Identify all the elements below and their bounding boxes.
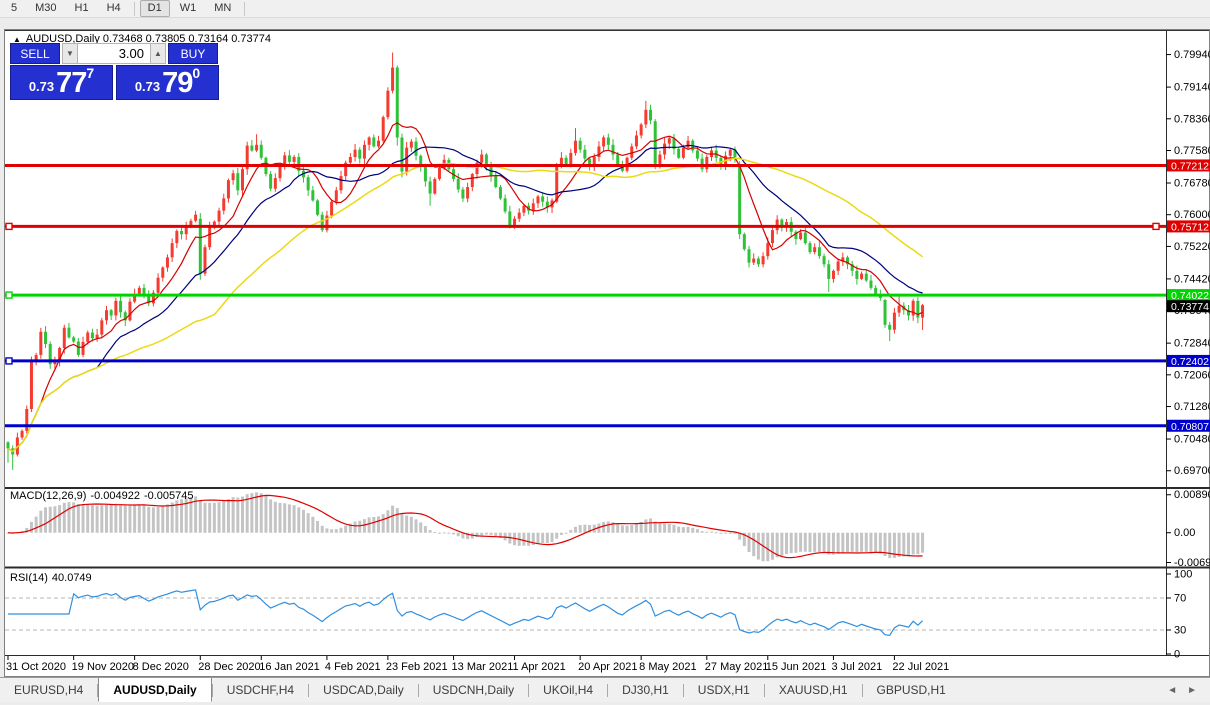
svg-text:16 Jan 2021: 16 Jan 2021 — [259, 661, 320, 673]
volume-input[interactable]: 3.00 — [78, 43, 150, 64]
svg-text:0.77580: 0.77580 — [1174, 145, 1210, 157]
svg-text:4 Feb 2021: 4 Feb 2021 — [325, 661, 381, 673]
price-badge-0.70807: 0.70807 — [1167, 420, 1210, 433]
pane-border-rsi — [5, 567, 1210, 569]
tab-usdcnh-daily[interactable]: USDCNH,Daily — [419, 678, 528, 702]
svg-text:0.69700: 0.69700 — [1174, 465, 1210, 477]
sell-price-panel[interactable]: 0.73777 — [10, 65, 113, 100]
svg-text:22 Jul 2021: 22 Jul 2021 — [892, 661, 949, 673]
ohlc-close: 0.73774 — [231, 33, 271, 45]
tab-usdcad-daily[interactable]: USDCAD,Daily — [309, 678, 418, 702]
svg-text:-0.006977: -0.006977 — [1174, 557, 1210, 569]
buy-button[interactable]: BUY — [168, 43, 218, 64]
svg-text:3 Jul 2021: 3 Jul 2021 — [831, 661, 882, 673]
tab-xauusd-h1[interactable]: XAUUSD,H1 — [765, 678, 862, 702]
macd-label: MACD(12,26,9) -0.004922 -0.005745 — [10, 490, 198, 502]
buy-price-big: 79 — [162, 70, 192, 97]
tab-usdx-h1[interactable]: USDX,H1 — [684, 678, 764, 702]
price-badge-0.75712: 0.75712 — [1167, 220, 1210, 233]
tab-scroll-right-icon[interactable]: ► — [1182, 685, 1202, 696]
svg-text:30: 30 — [1174, 625, 1186, 637]
price-badge-0.74022: 0.74022 — [1167, 289, 1210, 302]
sell-price-pip: 7 — [86, 67, 94, 79]
chevron-down-icon: ▼ — [66, 49, 74, 58]
tab-audusd-daily[interactable]: AUDUSD,Daily — [98, 678, 211, 702]
tab-scroll-left-icon[interactable]: ◄ — [1162, 685, 1182, 696]
sell-price-prefix: 0.73 — [29, 77, 54, 97]
buy-price-prefix: 0.73 — [135, 77, 160, 97]
macd-main-value: -0.004922 — [90, 490, 140, 502]
svg-text:28 Dec 2020: 28 Dec 2020 — [198, 661, 260, 673]
sell-price-big: 77 — [56, 70, 86, 97]
svg-text:0: 0 — [1174, 649, 1180, 661]
chart-background — [5, 30, 1210, 676]
svg-text:1 Apr 2021: 1 Apr 2021 — [513, 661, 566, 673]
svg-text:70: 70 — [1174, 593, 1186, 605]
buy-price-panel[interactable]: 0.73790 — [116, 65, 219, 100]
svg-text:0.70480: 0.70480 — [1174, 434, 1210, 446]
svg-text:23 Feb 2021: 23 Feb 2021 — [386, 661, 448, 673]
tab-gbpusd-h1[interactable]: GBPUSD,H1 — [863, 678, 960, 702]
svg-text:0.79140: 0.79140 — [1174, 82, 1210, 94]
rsi-label: RSI(14) 40.0749 — [10, 572, 96, 584]
chart-tab-bar: EURUSD,H4AUDUSD,DailyUSDCHF,H4USDCAD,Dai… — [0, 677, 1210, 702]
svg-text:0.77212: 0.77212 — [1171, 160, 1209, 172]
one-click-trading-panel: SELL ▼ 3.00 ▲ BUY 0.73777 0.73790 — [10, 43, 220, 100]
svg-text:0.008903: 0.008903 — [1174, 489, 1210, 501]
svg-text:31 Oct 2020: 31 Oct 2020 — [6, 661, 66, 673]
mt4-window: 5M30H1H4D1W1MN 0.799400.791400.783600.77… — [0, 0, 1210, 705]
svg-text:0.79940: 0.79940 — [1174, 49, 1210, 61]
svg-text:19 Nov 2020: 19 Nov 2020 — [72, 661, 134, 673]
svg-text:0.00: 0.00 — [1174, 527, 1195, 539]
svg-text:0.72060: 0.72060 — [1174, 369, 1210, 381]
macd-title: MACD(12,26,9) — [10, 490, 86, 502]
svg-text:100: 100 — [1174, 569, 1192, 581]
volume-increase-button[interactable]: ▲ — [150, 43, 166, 64]
chart-canvas: 0.79940 0.79140 0.78360 0.77580 0.76780 0.760… — [0, 0, 1210, 705]
tab-eurusd-h4[interactable]: EURUSD,H4 — [0, 678, 97, 702]
price-badge-0.77212: 0.77212 — [1167, 159, 1210, 172]
svg-text:0.78360: 0.78360 — [1174, 113, 1210, 125]
svg-text:0.73774: 0.73774 — [1171, 301, 1209, 313]
sell-button[interactable]: SELL — [10, 43, 60, 64]
svg-text:15 Jun 2021: 15 Jun 2021 — [766, 661, 827, 673]
svg-text:0.72402: 0.72402 — [1171, 356, 1209, 368]
price-badge-0.72402: 0.72402 — [1167, 355, 1210, 368]
chevron-up-icon: ▲ — [154, 49, 162, 58]
chart-window: 0.79940 0.79140 0.78360 0.77580 0.76780 0.760… — [4, 29, 1210, 677]
svg-text:20 Apr 2021: 20 Apr 2021 — [578, 661, 637, 673]
svg-text:0.72840: 0.72840 — [1174, 338, 1210, 350]
macd-signal-value: -0.005745 — [144, 490, 194, 502]
tab-dj30-h1[interactable]: DJ30,H1 — [608, 678, 683, 702]
volume-decrease-button[interactable]: ▼ — [62, 43, 78, 64]
svg-text:0.76000: 0.76000 — [1174, 209, 1210, 221]
svg-text:0.71280: 0.71280 — [1174, 401, 1210, 413]
svg-text:8 May 2021: 8 May 2021 — [639, 661, 696, 673]
svg-text:0.76780: 0.76780 — [1174, 178, 1210, 190]
svg-text:0.75712: 0.75712 — [1171, 221, 1209, 233]
svg-text:8 Dec 2020: 8 Dec 2020 — [133, 661, 189, 673]
tab-ukoil-h4[interactable]: UKOil,H4 — [529, 678, 607, 702]
svg-text:0.74420: 0.74420 — [1174, 273, 1210, 285]
current-price-badge: 0.73774 — [1167, 300, 1210, 313]
tab-scroll-nav: ◄► — [1162, 678, 1210, 702]
buy-price-pip: 0 — [192, 67, 200, 79]
svg-text:27 May 2021: 27 May 2021 — [705, 661, 769, 673]
tab-usdchf-h4[interactable]: USDCHF,H4 — [213, 678, 308, 702]
rsi-value: 40.0749 — [52, 572, 92, 584]
rsi-title: RSI(14) — [10, 572, 48, 584]
svg-text:0.75220: 0.75220 — [1174, 241, 1210, 253]
svg-text:13 Mar 2021: 13 Mar 2021 — [452, 661, 514, 673]
svg-text:0.70807: 0.70807 — [1171, 421, 1209, 433]
pane-border-macd — [5, 487, 1210, 489]
